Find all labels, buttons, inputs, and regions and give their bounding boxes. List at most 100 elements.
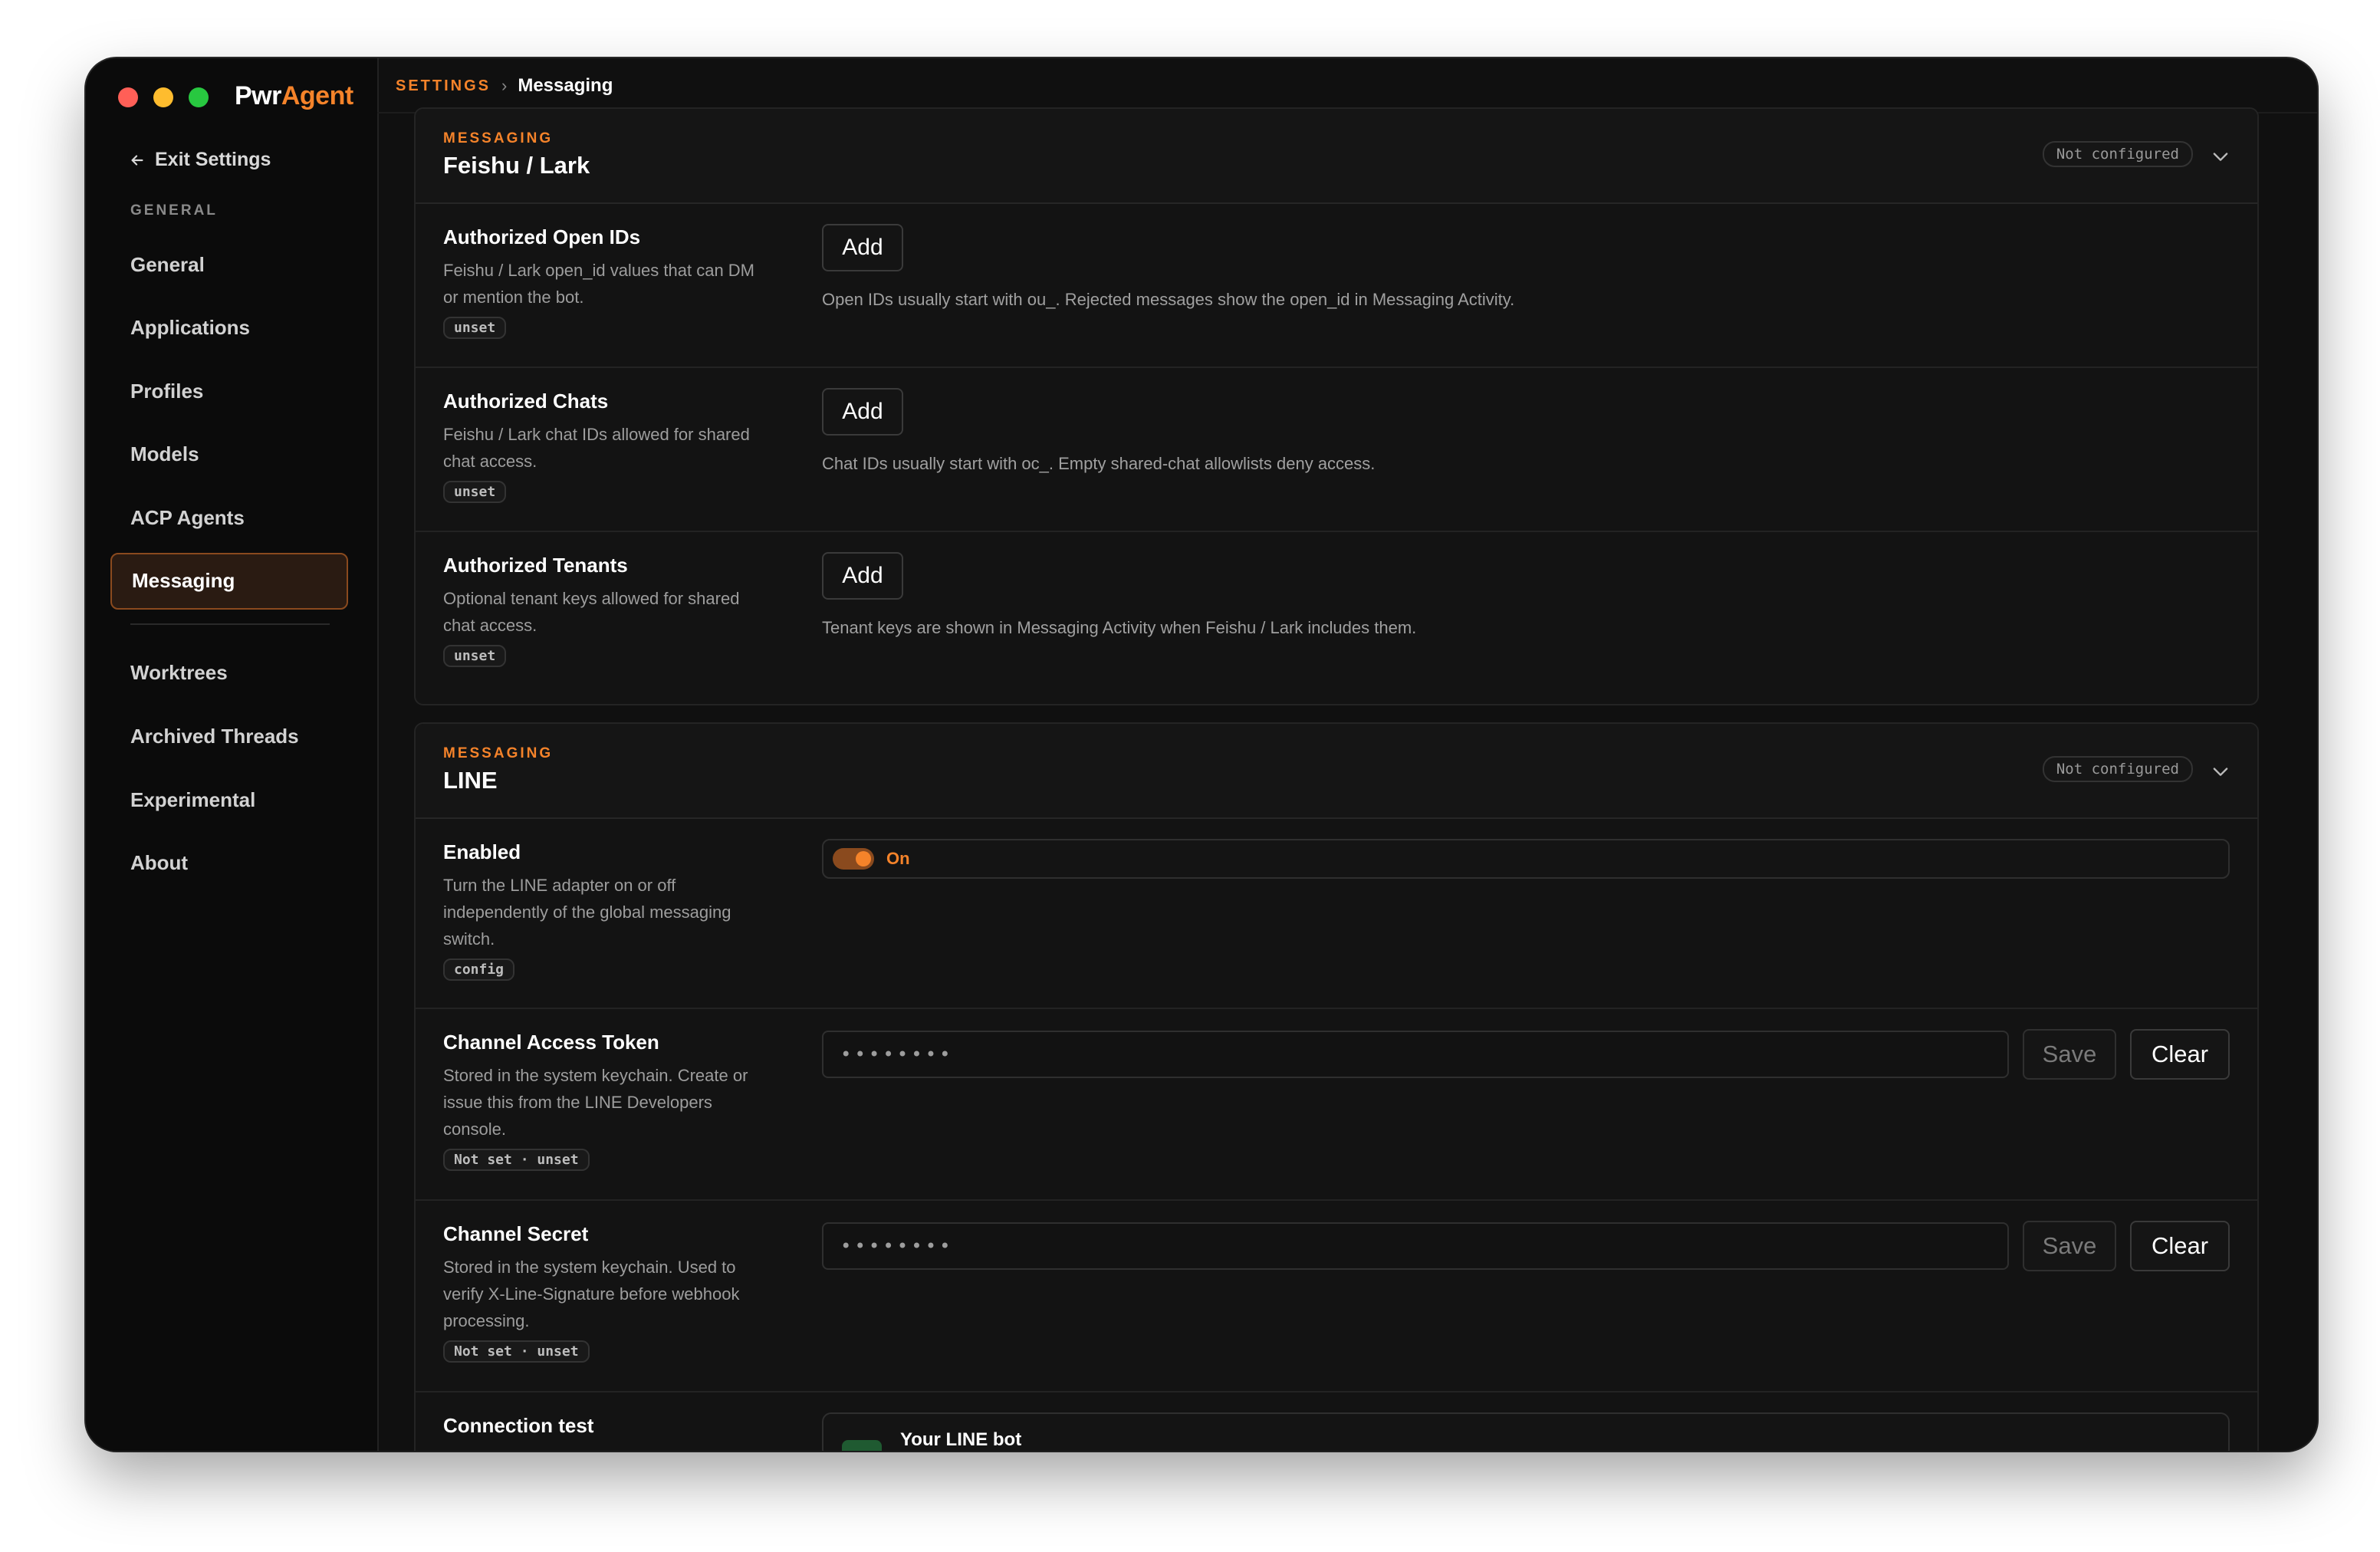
feishu-row-chats: Authorized Chats Feishu / Lark chat IDs … (416, 368, 2257, 532)
channel-secret-input[interactable]: •••••••• (822, 1222, 2009, 1270)
sidebar-item-archived-threads[interactable]: Archived Threads (110, 709, 348, 765)
line-enabled-title: Enabled (443, 840, 521, 863)
line-card: MESSAGING LINE Not configured Enabled Tu… (414, 722, 2259, 1451)
chevron-down-icon[interactable] (2210, 761, 2231, 782)
line-token-desc: Stored in the system keychain. Create or… (443, 1066, 748, 1139)
feishu-card-header[interactable]: MESSAGING Feishu / Lark Not configured (416, 109, 2257, 204)
line-secret-title: Channel Secret (443, 1222, 589, 1245)
line-connection-title: Connection test (443, 1414, 594, 1437)
feishu-chats-title: Authorized Chats (443, 390, 609, 413)
add-chat-button[interactable]: Add (822, 388, 903, 436)
feishu-title: Feishu / Lark (443, 152, 590, 179)
exit-settings-label: Exit Settings (155, 149, 271, 170)
line-enabled-desc: Turn the LINE adapter on or off independ… (443, 876, 731, 949)
add-tenant-button[interactable]: Add (822, 552, 903, 600)
line-token-control: •••••••• Save Clear (822, 1029, 2230, 1080)
feishu-row-tenants: Authorized Tenants Optional tenant keys … (416, 532, 2257, 693)
line-enabled-label: Enabled Turn the LINE adapter on or off … (443, 840, 773, 981)
sidebar-item-about[interactable]: About (110, 835, 348, 892)
breadcrumb: SETTINGS › Messaging (396, 75, 613, 97)
settings-main: SETTINGS › Messaging MESSAGING Feishu / … (377, 58, 2317, 1451)
nav-section-general: GENERAL (130, 202, 218, 219)
add-open-id-button[interactable]: Add (822, 224, 903, 271)
channel-access-token-input[interactable]: •••••••• (822, 1031, 2009, 1078)
line-token-line: •••••••• Save Clear (822, 1029, 2230, 1080)
feishu-row-open-ids: Authorized Open IDs Feishu / Lark open_i… (416, 204, 2257, 368)
bot-status-icon (842, 1440, 882, 1451)
save-secret-button[interactable]: Save (2023, 1221, 2116, 1271)
feishu-open-ids-title: Authorized Open IDs (443, 225, 641, 248)
feishu-kicker: MESSAGING (443, 130, 554, 146)
sidebar: PwrAgent Exit Settings GENERAL General A… (86, 58, 379, 1451)
breadcrumb-separator: › (501, 76, 508, 95)
sidebar-item-profiles[interactable]: Profiles (110, 363, 348, 419)
feishu-tenants-tag: unset (443, 645, 507, 667)
line-secret-label: Channel Secret Stored in the system keyc… (443, 1222, 773, 1363)
line-row-enabled: Enabled Turn the LINE adapter on or off … (416, 819, 2257, 1009)
line-enabled-control: On (822, 839, 2230, 879)
feishu-tenants-desc: Optional tenant keys allowed for shared … (443, 589, 740, 635)
line-connection-control: Your LINE bot (822, 1412, 2230, 1451)
feishu-status-badge: Not configured (2042, 141, 2193, 167)
app-logo: PwrAgent (235, 81, 353, 110)
feishu-tenants-control: Add Tenant keys are shown in Messaging A… (822, 552, 2230, 638)
clear-token-button[interactable]: Clear (2130, 1029, 2230, 1080)
line-kicker: MESSAGING (443, 745, 554, 761)
chevron-down-icon[interactable] (2210, 146, 2231, 167)
sidebar-item-models[interactable]: Models (110, 426, 348, 483)
line-secret-desc: Stored in the system keychain. Used to v… (443, 1258, 740, 1330)
line-enabled-tag: config (443, 958, 515, 981)
feishu-chats-hint: Chat IDs usually start with oc_. Empty s… (822, 454, 1376, 473)
line-token-tag: Not set · unset (443, 1149, 590, 1171)
line-connection-label: Connection test (443, 1414, 773, 1445)
feishu-card: MESSAGING Feishu / Lark Not configured A… (414, 107, 2259, 705)
breadcrumb-settings[interactable]: SETTINGS (396, 77, 491, 95)
feishu-open-ids-control: Add Open IDs usually start with ou_. Rej… (822, 224, 2230, 310)
line-row-connection: Connection test Your LINE bot (416, 1393, 2257, 1451)
line-token-label: Channel Access Token Stored in the syste… (443, 1031, 773, 1171)
arrow-left-icon (131, 154, 143, 166)
save-token-button[interactable]: Save (2023, 1029, 2116, 1080)
line-row-secret: Channel Secret Stored in the system keyc… (416, 1201, 2257, 1393)
line-card-header[interactable]: MESSAGING LINE Not configured (416, 724, 2257, 819)
line-row-token: Channel Access Token Stored in the syste… (416, 1009, 2257, 1201)
sidebar-nav: General Applications Profiles Models ACP… (110, 236, 348, 898)
sidebar-item-messaging[interactable]: Messaging (110, 552, 348, 610)
feishu-tenants-label: Authorized Tenants Optional tenant keys … (443, 554, 773, 667)
maximize-window-button[interactable] (189, 87, 209, 107)
sidebar-item-applications[interactable]: Applications (110, 300, 348, 357)
feishu-chats-tag: unset (443, 481, 507, 503)
sidebar-item-acp-agents[interactable]: ACP Agents (110, 489, 348, 546)
breadcrumb-current: Messaging (518, 75, 613, 96)
feishu-open-ids-tag: unset (443, 317, 507, 339)
app-window: PwrAgent Exit Settings GENERAL General A… (86, 58, 2317, 1451)
line-bot-status-box: Your LINE bot (822, 1412, 2230, 1451)
line-token-title: Channel Access Token (443, 1031, 659, 1054)
line-secret-line: •••••••• Save Clear (822, 1221, 2230, 1271)
feishu-tenants-title: Authorized Tenants (443, 554, 628, 577)
sidebar-item-general[interactable]: General (110, 236, 348, 293)
clear-secret-button[interactable]: Clear (2130, 1221, 2230, 1271)
sidebar-item-worktrees[interactable]: Worktrees (110, 645, 348, 702)
sidebar-item-experimental[interactable]: Experimental (110, 771, 348, 828)
window-controls (118, 87, 209, 107)
exit-settings-button[interactable]: Exit Settings (129, 149, 271, 171)
feishu-chats-desc: Feishu / Lark chat IDs allowed for share… (443, 425, 750, 471)
feishu-tenants-hint: Tenant keys are shown in Messaging Activ… (822, 618, 1417, 637)
line-status-badge: Not configured (2042, 756, 2193, 782)
line-secret-tag: Not set · unset (443, 1340, 590, 1363)
line-secret-control: •••••••• Save Clear (822, 1221, 2230, 1271)
feishu-open-ids-hint: Open IDs usually start with ou_. Rejecte… (822, 290, 1515, 309)
feishu-open-ids-label: Authorized Open IDs Feishu / Lark open_i… (443, 225, 773, 339)
toggle-state-label: On (886, 849, 910, 868)
toggle-switch[interactable] (833, 848, 874, 870)
line-bot-name: Your LINE bot (900, 1429, 1022, 1450)
minimize-window-button[interactable] (153, 87, 173, 107)
feishu-chats-control: Add Chat IDs usually start with oc_. Emp… (822, 388, 2230, 474)
sidebar-divider (130, 623, 330, 625)
line-title: LINE (443, 767, 498, 794)
line-enabled-toggle[interactable]: On (822, 839, 2230, 879)
feishu-chats-label: Authorized Chats Feishu / Lark chat IDs … (443, 390, 773, 503)
feishu-open-ids-desc: Feishu / Lark open_id values that can DM… (443, 261, 755, 307)
close-window-button[interactable] (118, 87, 138, 107)
